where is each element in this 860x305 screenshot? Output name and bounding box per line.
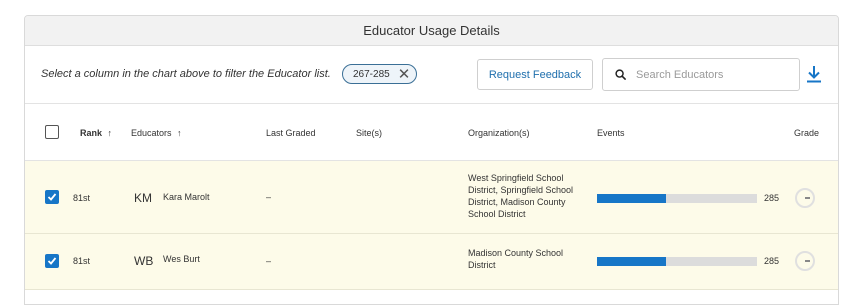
download-icon[interactable]	[805, 64, 823, 84]
column-sites[interactable]: Site(s)	[356, 128, 382, 138]
search-input[interactable]	[634, 67, 794, 82]
search-icon	[615, 69, 626, 80]
events-bar-fill	[597, 194, 666, 203]
panel-title: Educator Usage Details	[25, 16, 838, 46]
column-last-graded[interactable]: Last Graded	[266, 128, 316, 138]
check-icon	[47, 193, 57, 201]
column-events[interactable]: Events	[597, 128, 625, 138]
toolbar: Select a column in the chart above to fi…	[25, 46, 838, 104]
educator-name[interactable]: Wes Burt	[163, 254, 200, 264]
last-graded-cell: –	[266, 192, 272, 202]
row-checkbox[interactable]	[45, 190, 59, 204]
organization-cell: West Springfield School District, Spring…	[468, 173, 574, 219]
column-rank[interactable]: Rank ↑	[80, 128, 112, 138]
events-bar-fill	[597, 257, 666, 266]
column-educators[interactable]: Educators ↑	[131, 128, 182, 138]
events-count: 285	[764, 193, 780, 203]
events-bar	[597, 257, 757, 266]
rank-cell: 81st	[73, 193, 91, 203]
sort-arrow-icon: ↑	[177, 128, 182, 138]
column-organizations[interactable]: Organization(s)	[468, 128, 530, 138]
table-header: Rank ↑ Educators ↑ Last Graded Site(s) O…	[25, 104, 838, 161]
filter-hint: Select a column in the chart above to fi…	[41, 68, 331, 80]
column-rank-label: Rank	[80, 128, 103, 138]
row-checkbox[interactable]	[45, 254, 59, 268]
sort-arrow-icon: ↑	[107, 128, 113, 138]
select-all-checkbox[interactable]	[45, 125, 59, 139]
filter-chip-label: 267-285	[353, 68, 390, 80]
events-count: 285	[764, 256, 780, 266]
column-educators-label: Educators	[131, 128, 172, 138]
organization-cell: Madison County School District	[468, 248, 564, 270]
grade-icon	[795, 188, 815, 208]
search-box[interactable]	[602, 58, 800, 91]
educator-usage-panel: Educator Usage Details Select a column i…	[24, 15, 839, 305]
table-row[interactable]: 81st WB Wes Burt – Madison County School…	[25, 234, 838, 290]
close-icon[interactable]: ✕	[398, 67, 411, 82]
filter-chip[interactable]: 267-285 ✕	[342, 64, 418, 84]
column-grade[interactable]: Grade	[794, 128, 819, 138]
educator-name[interactable]: Kara Marolt	[163, 192, 210, 202]
check-icon	[47, 257, 57, 265]
last-graded-cell: –	[266, 256, 272, 266]
table-row[interactable]: 81st KM Kara Marolt – West Springfield S…	[25, 161, 838, 234]
avatar: WB	[134, 254, 154, 268]
avatar: KM	[134, 191, 152, 205]
events-bar	[597, 194, 757, 203]
grade-icon	[795, 251, 815, 271]
request-feedback-button[interactable]: Request Feedback	[477, 59, 593, 90]
rank-cell: 81st	[73, 256, 91, 266]
